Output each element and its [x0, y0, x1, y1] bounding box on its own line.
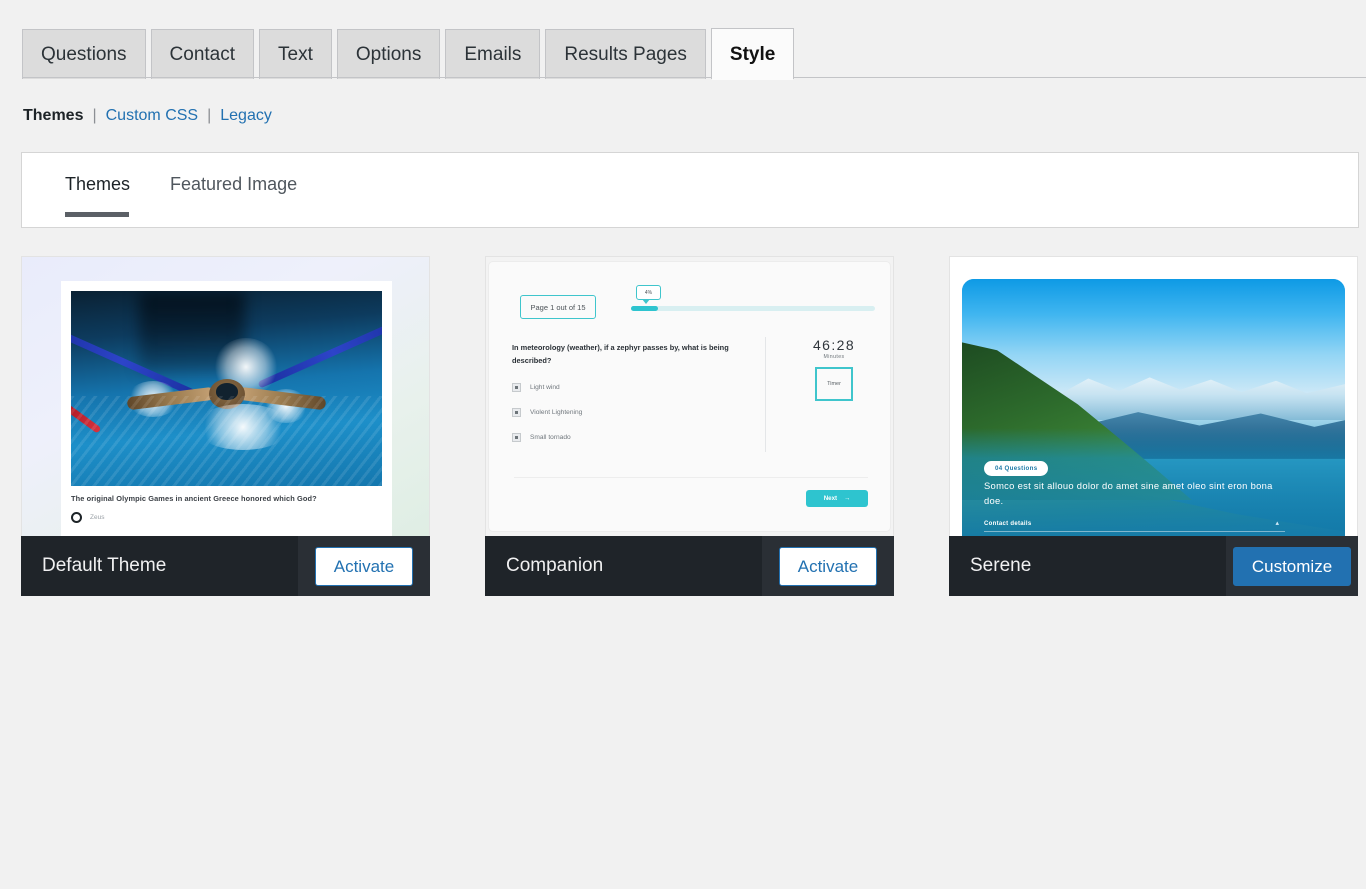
preview-option-list: Light wind Violent Lightening Small torn…	[512, 383, 744, 443]
checkbox-icon	[512, 408, 521, 418]
activate-button-default-theme[interactable]: Activate	[314, 546, 414, 586]
swimmer-photo	[71, 291, 382, 486]
preview-progress: 4%	[631, 285, 875, 311]
checkbox-icon	[512, 383, 521, 393]
themes-panel: Themes Featured Image	[21, 152, 1359, 228]
theme-card-footer: Serene Customize	[949, 536, 1358, 596]
arrow-right-icon: →	[844, 495, 851, 502]
preview-option-row: Light wind	[512, 383, 744, 393]
theme-preview-default-theme: The original Olympic Games in ancient Gr…	[21, 256, 430, 536]
theme-name: Default Theme	[21, 536, 298, 596]
preview-option-row: Small tornado	[512, 433, 744, 443]
tab-label: Contact	[169, 44, 236, 65]
preview-progress-badge: 4%	[636, 285, 661, 304]
preview-next-label: Next	[823, 495, 838, 502]
customize-button-serene[interactable]: Customize	[1232, 546, 1352, 586]
theme-name: Companion	[485, 536, 762, 596]
tab-label: Style	[729, 43, 776, 65]
preview-timer: 46:28 Minutes Timer	[794, 337, 874, 401]
tab-label: Emails	[464, 44, 522, 65]
tab-text[interactable]: Text	[259, 29, 332, 79]
preview-question-count-badge: 04 Questions	[984, 461, 1049, 476]
preview-contact-label: Contact details	[984, 521, 1032, 527]
preview-question-text: The original Olympic Games in ancient Gr…	[71, 494, 317, 503]
tab-questions[interactable]: Questions	[22, 29, 146, 79]
preview-progress-fill	[631, 306, 658, 311]
preview-vertical-divider	[765, 337, 766, 452]
tab-contact[interactable]: Contact	[150, 29, 255, 79]
primary-tabs: Questions Contact Text Options Emails Re…	[22, 28, 795, 80]
theme-card-default-theme[interactable]: The original Olympic Games in ancient Gr…	[21, 256, 430, 596]
sublink-separator: |	[207, 107, 212, 124]
preview-question-text: In meteorology (weather), if a zephyr pa…	[512, 343, 729, 365]
sublink-separator: |	[92, 107, 97, 124]
inner-tab-themes[interactable]: Themes	[44, 175, 150, 217]
tab-emails[interactable]: Emails	[445, 29, 541, 79]
radio-icon	[71, 512, 82, 523]
tab-label: Options	[355, 44, 422, 65]
theme-action-cell: Activate	[762, 536, 894, 596]
theme-card-serene[interactable]: 04 Questions Somco est sit allouo dolor …	[949, 256, 1358, 596]
inner-tab-label: Featured Image	[170, 174, 298, 194]
checkbox-icon	[512, 433, 521, 443]
style-sublinks: Themes | Custom CSS | Legacy	[23, 107, 272, 125]
inner-tab-bar: Themes Featured Image	[44, 175, 317, 217]
tab-label: Results Pages	[564, 44, 687, 65]
inner-tab-featured-image[interactable]: Featured Image	[150, 175, 317, 217]
preview-progress-track	[631, 306, 875, 311]
preview-option-label: Zeus	[90, 514, 105, 521]
preview-timer-value: 46:28	[812, 337, 856, 353]
sublink-custom-css[interactable]: Custom CSS	[106, 107, 198, 125]
tab-results-pages[interactable]: Results Pages	[545, 29, 706, 79]
tab-options[interactable]: Options	[336, 29, 441, 79]
mountain-photo: 04 Questions Somco est sit allouo dolor …	[962, 279, 1345, 536]
theme-card-companion[interactable]: Page 1 out of 15 4% In meteorology (weat…	[485, 256, 894, 596]
inner-tab-label: Themes	[65, 174, 131, 194]
tab-label: Text	[278, 44, 313, 65]
theme-card-footer: Companion Activate	[485, 536, 894, 596]
preview-horizontal-divider	[514, 477, 868, 478]
preview-option-row: Violent Lightening	[512, 408, 744, 418]
preview-option-row: Zeus	[71, 512, 382, 523]
preview-page-indicator: Page 1 out of 15	[520, 295, 596, 319]
preview-contact-divider	[984, 531, 1285, 532]
preview-sheet: The original Olympic Games in ancient Gr…	[61, 281, 392, 536]
tab-label: Questions	[41, 44, 127, 65]
theme-card-grid: The original Olympic Games in ancient Gr…	[21, 256, 1358, 596]
preview-timer-unit: Minutes	[823, 354, 845, 360]
preview-timer-box: Timer	[815, 367, 853, 401]
preview-next-button: Next →	[806, 490, 868, 507]
sublink-themes-current: Themes	[23, 107, 84, 124]
preview-option-label: Violent Lightening	[530, 409, 583, 417]
primary-tab-bar: Questions Contact Text Options Emails Re…	[0, 0, 1366, 80]
theme-preview-companion: Page 1 out of 15 4% In meteorology (weat…	[485, 256, 894, 536]
preview-sheet: Page 1 out of 15 4% In meteorology (weat…	[488, 261, 891, 532]
chevron-up-icon: ▴	[1275, 520, 1279, 527]
preview-question-block: In meteorology (weather), if a zephyr pa…	[512, 342, 744, 458]
theme-action-cell: Activate	[298, 536, 430, 596]
tab-bar-divider	[22, 77, 1366, 78]
theme-preview-serene: 04 Questions Somco est sit allouo dolor …	[949, 256, 1358, 536]
preview-lead-text: Somco est sit allouo dolor do amet sine …	[984, 479, 1273, 507]
theme-action-cell: Customize	[1226, 536, 1358, 596]
preview-timer-label: Timer	[824, 381, 844, 387]
theme-name: Serene	[949, 536, 1226, 596]
sublink-legacy[interactable]: Legacy	[220, 107, 272, 125]
tab-style[interactable]: Style	[710, 28, 795, 80]
preview-option-label: Light wind	[530, 384, 560, 392]
activate-button-companion[interactable]: Activate	[778, 546, 878, 586]
theme-card-footer: Default Theme Activate	[21, 536, 430, 596]
preview-option-label: Small tornado	[530, 434, 571, 442]
